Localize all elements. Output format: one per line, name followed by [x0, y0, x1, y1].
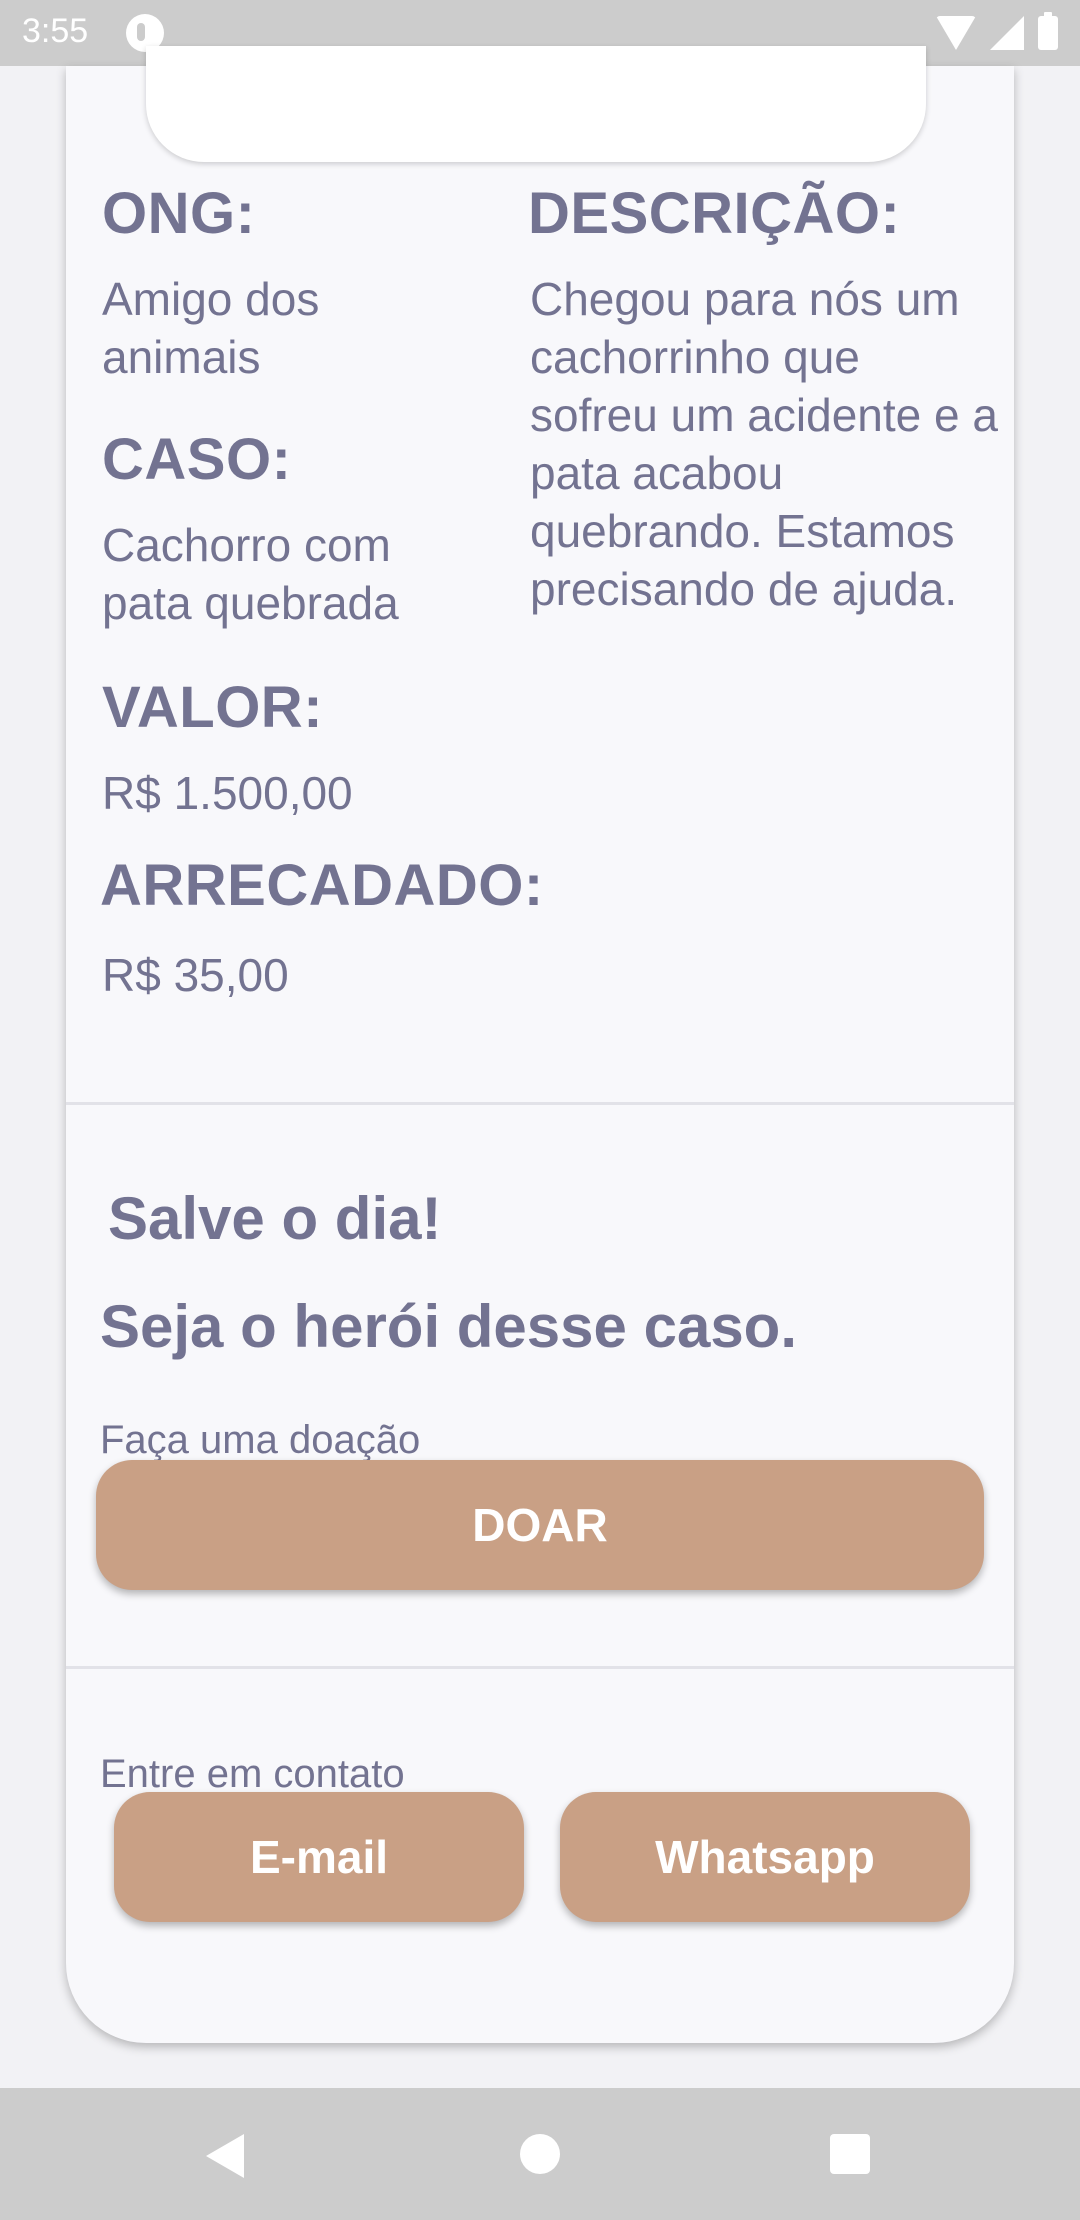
navigation-bar: [0, 2088, 1080, 2220]
recents-icon[interactable]: [830, 2134, 870, 2174]
donate-title: Salve o dia!: [108, 1185, 442, 1252]
caso-value: Cachorro com pata quebrada: [102, 519, 399, 629]
status-time: 3:55: [22, 12, 89, 50]
whatsapp-button[interactable]: Whatsapp: [560, 1792, 970, 1922]
status-icons: [936, 12, 1058, 52]
donate-button[interactable]: DOAR: [96, 1460, 984, 1590]
ong-label: ONG:: [102, 181, 256, 246]
descricao-label: DESCRIÇÃO:: [528, 181, 901, 246]
home-icon[interactable]: [520, 2134, 560, 2174]
donate-subtitle: Faça uma doação: [100, 1418, 421, 1462]
arrecadado-label: ARRECADADO:: [100, 853, 544, 918]
descricao-value: Chegou para nós um cachorrinho que sofre…: [530, 273, 998, 615]
arrecadado-value: R$ 35,00: [102, 949, 289, 1001]
contact-label: Entre em contato: [100, 1752, 405, 1796]
back-icon[interactable]: [206, 2134, 244, 2178]
donate-headline: Seja o herói desse caso.: [100, 1293, 798, 1360]
ong-value: Amigo dos animais: [102, 273, 320, 383]
wifi-icon: [936, 16, 976, 50]
valor-value: R$ 1.500,00: [102, 767, 353, 819]
case-header-card: [146, 46, 926, 162]
valor-label: VALOR:: [102, 675, 324, 740]
case-detail-card: ONG: Amigo dos animais DESCRIÇÃO: Chegou…: [66, 46, 1014, 2043]
divider: [66, 1666, 1014, 1669]
divider: [66, 1102, 1014, 1105]
email-button[interactable]: E-mail: [114, 1792, 524, 1922]
battery-icon: [1038, 12, 1058, 50]
caso-label: CASO:: [102, 427, 292, 492]
signal-icon: [990, 16, 1024, 50]
